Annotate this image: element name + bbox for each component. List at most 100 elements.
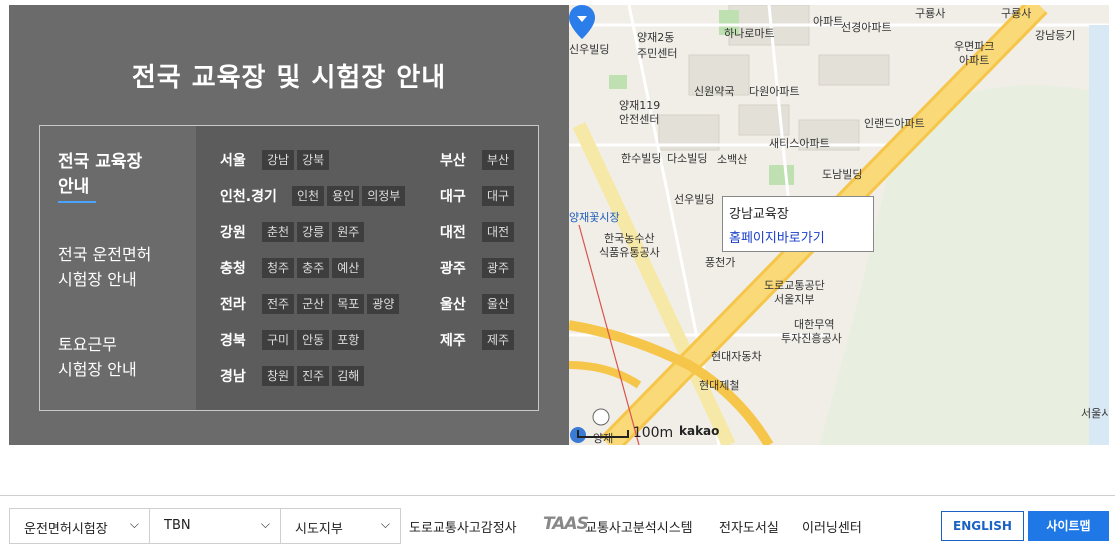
tbn-select[interactable]: TBN ⌵ <box>149 508 281 544</box>
map-label: 소백산 <box>717 153 748 166</box>
scale-bar-line <box>577 429 629 438</box>
map-label: 투자진흥공사 <box>781 332 842 345</box>
scale-bar-label: 100m <box>632 425 674 441</box>
e-learning-link[interactable]: 이러닝센터 <box>802 517 862 536</box>
map-label: 안전센터 <box>619 113 660 126</box>
center-guide-box: 전국 교육장 안내 전국 운전면허 시험장 안내 토요근무 시험장 안내 서울 … <box>39 125 539 411</box>
active-underline <box>58 201 96 203</box>
test-center-panel: 전국 교육장 및 시험장 안내 전국 교육장 안내 전국 운전면허 시험장 안내… <box>9 5 569 445</box>
map-label: 현대자동차 <box>711 350 762 363</box>
tag-gangnam[interactable]: 강남 <box>262 150 295 170</box>
map-label: 주민센터 <box>637 47 678 60</box>
tag-mokpo[interactable]: 목포 <box>332 294 365 314</box>
tag-uijeongbu[interactable]: 의정부 <box>362 186 406 206</box>
guide-menu: 전국 교육장 안내 전국 운전면허 시험장 안내 토요근무 시험장 안내 <box>40 126 195 410</box>
map-label: 신원약국 <box>694 85 735 98</box>
tag-gunsan[interactable]: 군산 <box>297 294 330 314</box>
tag-andong[interactable]: 안동 <box>297 330 330 350</box>
tag-gimhae[interactable]: 김해 <box>332 366 365 386</box>
tag-yongin[interactable]: 용인 <box>327 186 360 206</box>
branch-select[interactable]: 시도지부 ⌵ <box>280 508 401 544</box>
region-name: 대구 <box>440 189 466 205</box>
region-name: 인천.경기 <box>220 189 277 205</box>
tag-daegu[interactable]: 대구 <box>482 186 515 206</box>
tag-gwangju[interactable]: 광주 <box>482 258 515 278</box>
e-library-link[interactable]: 전자도서실 <box>719 517 779 536</box>
region-gyeongbuk: 경북 구미 안동 포항 <box>220 330 365 350</box>
region-gangwon: 강원 춘천 강릉 원주 <box>220 222 365 242</box>
tag-ulsan[interactable]: 울산 <box>482 294 515 314</box>
tag-busan[interactable]: 부산 <box>482 150 515 170</box>
map-infowindow: 강남교육장 홈페이지바로가기 <box>722 196 874 252</box>
map-provider-logo: kakao <box>679 424 720 438</box>
map-label: 양재꽃시장 <box>569 211 620 224</box>
map-label: 서울지부 <box>774 293 815 306</box>
map-label: 구룡사 <box>1001 7 1032 20</box>
taas-logo[interactable]: TAAS <box>543 514 589 534</box>
menu-saturday[interactable]: 토요근무 시험장 안내 <box>58 332 137 382</box>
accident-analysis-link[interactable]: 교통사고분석시스템 <box>585 517 693 536</box>
map-label: 양재2동 <box>637 31 675 44</box>
map-label: 아파트 <box>959 54 990 67</box>
map-label: 아파트 <box>813 15 844 28</box>
region-name: 서울 <box>220 153 246 169</box>
region-jeolla: 전라 전주 군산 목포 광양 <box>220 294 400 314</box>
map-label: 한수빌딩 <box>621 152 662 165</box>
region-gwangju: 광주 광주 <box>440 258 515 278</box>
map-label: 선우빌딩 <box>674 193 715 206</box>
tag-pohang[interactable]: 포항 <box>332 330 365 350</box>
homepage-link[interactable]: 홈페이지바로가기 <box>729 227 825 246</box>
region-name: 전라 <box>220 297 246 313</box>
tag-jeonju[interactable]: 전주 <box>262 294 295 314</box>
infowindow-title: 강남교육장 <box>729 207 789 222</box>
location-map[interactable]: 양재2동 주민센터 하나로마트 선경아파트 우면파크 아파트 강남등기 양재11… <box>569 5 1109 445</box>
tag-daejeon[interactable]: 대전 <box>482 222 515 242</box>
tag-chungju[interactable]: 충주 <box>297 258 330 278</box>
menu-test-center[interactable]: 전국 운전면허 시험장 안내 <box>58 242 151 292</box>
tag-incheon[interactable]: 인천 <box>292 186 325 206</box>
region-ulsan: 울산 울산 <box>440 294 515 314</box>
menu-test-center-line1: 전국 운전면허 <box>58 245 152 264</box>
menu-test-center-line2: 시험장 안내 <box>58 270 137 289</box>
tag-wonju[interactable]: 원주 <box>332 222 365 242</box>
map-label: 도남빌딩 <box>822 168 863 181</box>
tag-gwangyang[interactable]: 광양 <box>367 294 400 314</box>
sitemap-button[interactable]: 사이트맵 <box>1028 511 1109 541</box>
tag-cheongju[interactable]: 청주 <box>262 258 295 278</box>
region-name: 경남 <box>220 369 246 385</box>
menu-saturday-line2: 시험장 안내 <box>58 360 137 379</box>
tag-changwon[interactable]: 창원 <box>262 366 295 386</box>
region-name: 광주 <box>440 261 466 277</box>
tag-yesan[interactable]: 예산 <box>332 258 365 278</box>
accident-appraiser-link[interactable]: 도로교통사고감정사 <box>409 517 517 536</box>
tag-jeju[interactable]: 제주 <box>482 330 515 350</box>
region-name: 충청 <box>220 261 246 277</box>
tag-gangneung[interactable]: 강릉 <box>297 222 330 242</box>
chevron-down-icon: ⌵ <box>260 517 270 531</box>
driving-test-center-select[interactable]: 운전면허시험장 ⌵ <box>9 508 150 544</box>
chevron-down-icon: ⌵ <box>129 517 139 531</box>
map-label: 선경아파트 <box>841 21 892 34</box>
region-seoul: 서울 강남 강북 <box>220 150 330 170</box>
map-label: 구룡사 <box>915 7 946 20</box>
tag-gumi[interactable]: 구미 <box>262 330 295 350</box>
map-label: 인랜드아파트 <box>864 117 925 130</box>
tag-jinju[interactable]: 진주 <box>297 366 330 386</box>
panel-title: 전국 교육장 및 시험장 안내 <box>131 63 447 93</box>
scale-bar: 100m <box>577 425 673 441</box>
map-label: 풍천가 <box>705 256 736 269</box>
map-label: 하나로마트 <box>724 27 775 40</box>
map-label: 다원아파트 <box>749 85 800 98</box>
map-label: 식품유통공사 <box>599 246 660 259</box>
tag-gangbuk[interactable]: 강북 <box>297 150 330 170</box>
english-button[interactable]: ENGLISH <box>941 511 1024 541</box>
region-gyeongnam: 경남 창원 진주 김해 <box>220 366 365 386</box>
tag-chuncheon[interactable]: 춘천 <box>262 222 295 242</box>
region-grid: 서울 강남 강북 인천.경기 인천 용인 의정부 강원 춘천 강릉 원주 충청 청주 충주 예… <box>196 126 538 410</box>
select-value: 시도지부 <box>295 522 343 537</box>
region-name: 경북 <box>220 333 246 349</box>
menu-education-center-line1: 전국 교육장 <box>58 152 143 172</box>
menu-education-center[interactable]: 전국 교육장 안내 <box>58 150 142 203</box>
location-pin-icon[interactable] <box>569 5 595 39</box>
region-busan: 부산 부산 <box>440 150 515 170</box>
